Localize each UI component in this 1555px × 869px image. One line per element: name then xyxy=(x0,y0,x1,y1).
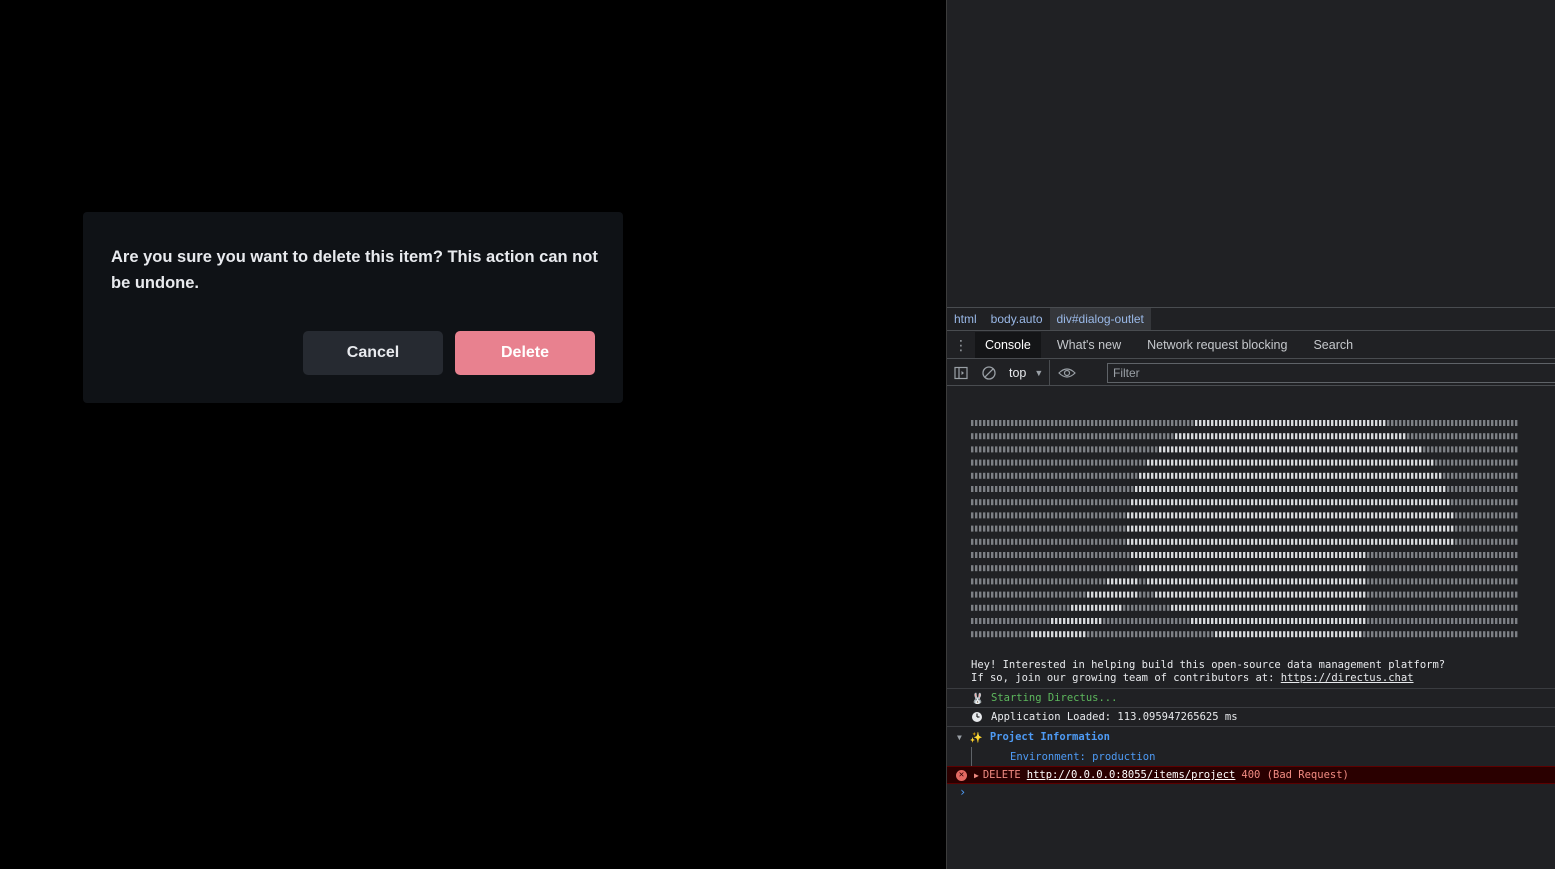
starting-text: Starting Directus... xyxy=(991,692,1118,704)
caret-down-icon: ▼ xyxy=(1034,367,1044,378)
breadcrumb-dialog-outlet[interactable]: div#dialog-outlet xyxy=(1049,308,1151,330)
breadcrumb-html[interactable]: html xyxy=(947,308,984,330)
cancel-button[interactable]: Cancel xyxy=(303,331,443,375)
error-method: DELETE xyxy=(982,769,1021,781)
error-icon: ✕ xyxy=(956,769,967,781)
clear-console-icon[interactable] xyxy=(975,360,1003,386)
delete-button[interactable]: Delete xyxy=(455,331,595,375)
console-prompt[interactable]: › xyxy=(959,785,966,799)
kebab-menu-icon[interactable]: ⋮ xyxy=(947,337,975,354)
context-select-value: top xyxy=(1009,365,1027,380)
confirm-delete-dialog: Are you sure you want to delete this ite… xyxy=(83,212,623,403)
console-error-delete[interactable]: ✕ ▶ DELETE http://0.0.0.0:8055/items/pro… xyxy=(947,766,1555,784)
hey-line-2: If so, join our growing team of contribu… xyxy=(971,672,1555,685)
project-info-text: Project Information xyxy=(989,731,1110,743)
error-url-link[interactable]: http://0.0.0.0:8055/items/project xyxy=(1027,769,1236,781)
hey-line-1: Hey! Interested in helping build this op… xyxy=(971,659,1446,671)
live-expression-eye-icon[interactable] xyxy=(1050,360,1084,386)
sparkles-icon: ✨ xyxy=(969,731,983,744)
console-group-project-info[interactable]: ▼ ✨ Project Information xyxy=(947,727,1555,747)
devtools-elements-area xyxy=(947,0,1555,307)
ascii-art-logo xyxy=(971,417,1531,642)
sidebar-toggle-icon[interactable] xyxy=(947,360,975,386)
console-toolbar: top ▼ xyxy=(947,359,1555,386)
app-area: Are you sure you want to delete this ite… xyxy=(0,0,946,869)
console-output: Hey! Interested in helping build this op… xyxy=(947,387,1555,869)
loaded-text: Application Loaded: 113.095947265625 ms xyxy=(991,711,1238,723)
dialog-message: Are you sure you want to delete this ite… xyxy=(111,248,598,292)
console-message-hey: Hey! Interested in helping build this op… xyxy=(947,657,1555,689)
clock-icon xyxy=(971,711,991,723)
expand-triangle-icon[interactable]: ▼ xyxy=(957,733,962,742)
filter-input[interactable] xyxy=(1107,363,1555,383)
drawer-tabbar: ⋮ Console What's new Network request blo… xyxy=(947,332,1555,359)
expand-triangle-icon[interactable]: ▶ xyxy=(974,771,979,780)
tab-search[interactable]: Search xyxy=(1303,332,1363,358)
breadcrumb: html body.auto div#dialog-outlet xyxy=(947,307,1555,331)
tab-network-request-blocking[interactable]: Network request blocking xyxy=(1137,332,1297,358)
directus-chat-link[interactable]: https://directus.chat xyxy=(1281,672,1414,684)
context-select[interactable]: top ▼ xyxy=(1003,359,1051,386)
console-message-environment: Environment: production xyxy=(971,747,1555,766)
console-message-loaded: Application Loaded: 113.095947265625 ms xyxy=(947,708,1555,727)
tab-console[interactable]: Console xyxy=(975,332,1041,358)
tab-whats-new[interactable]: What's new xyxy=(1047,332,1131,358)
breadcrumb-body[interactable]: body.auto xyxy=(984,308,1050,330)
hey-line-2-text: If so, join our growing team of contribu… xyxy=(971,672,1281,684)
devtools-panel: html body.auto div#dialog-outlet ⋮ Conso… xyxy=(946,0,1555,869)
console-message-starting: 🐰 Starting Directus... xyxy=(947,689,1555,708)
error-status: 400 (Bad Request) xyxy=(1241,769,1349,781)
rabbit-icon: 🐰 xyxy=(971,692,985,705)
